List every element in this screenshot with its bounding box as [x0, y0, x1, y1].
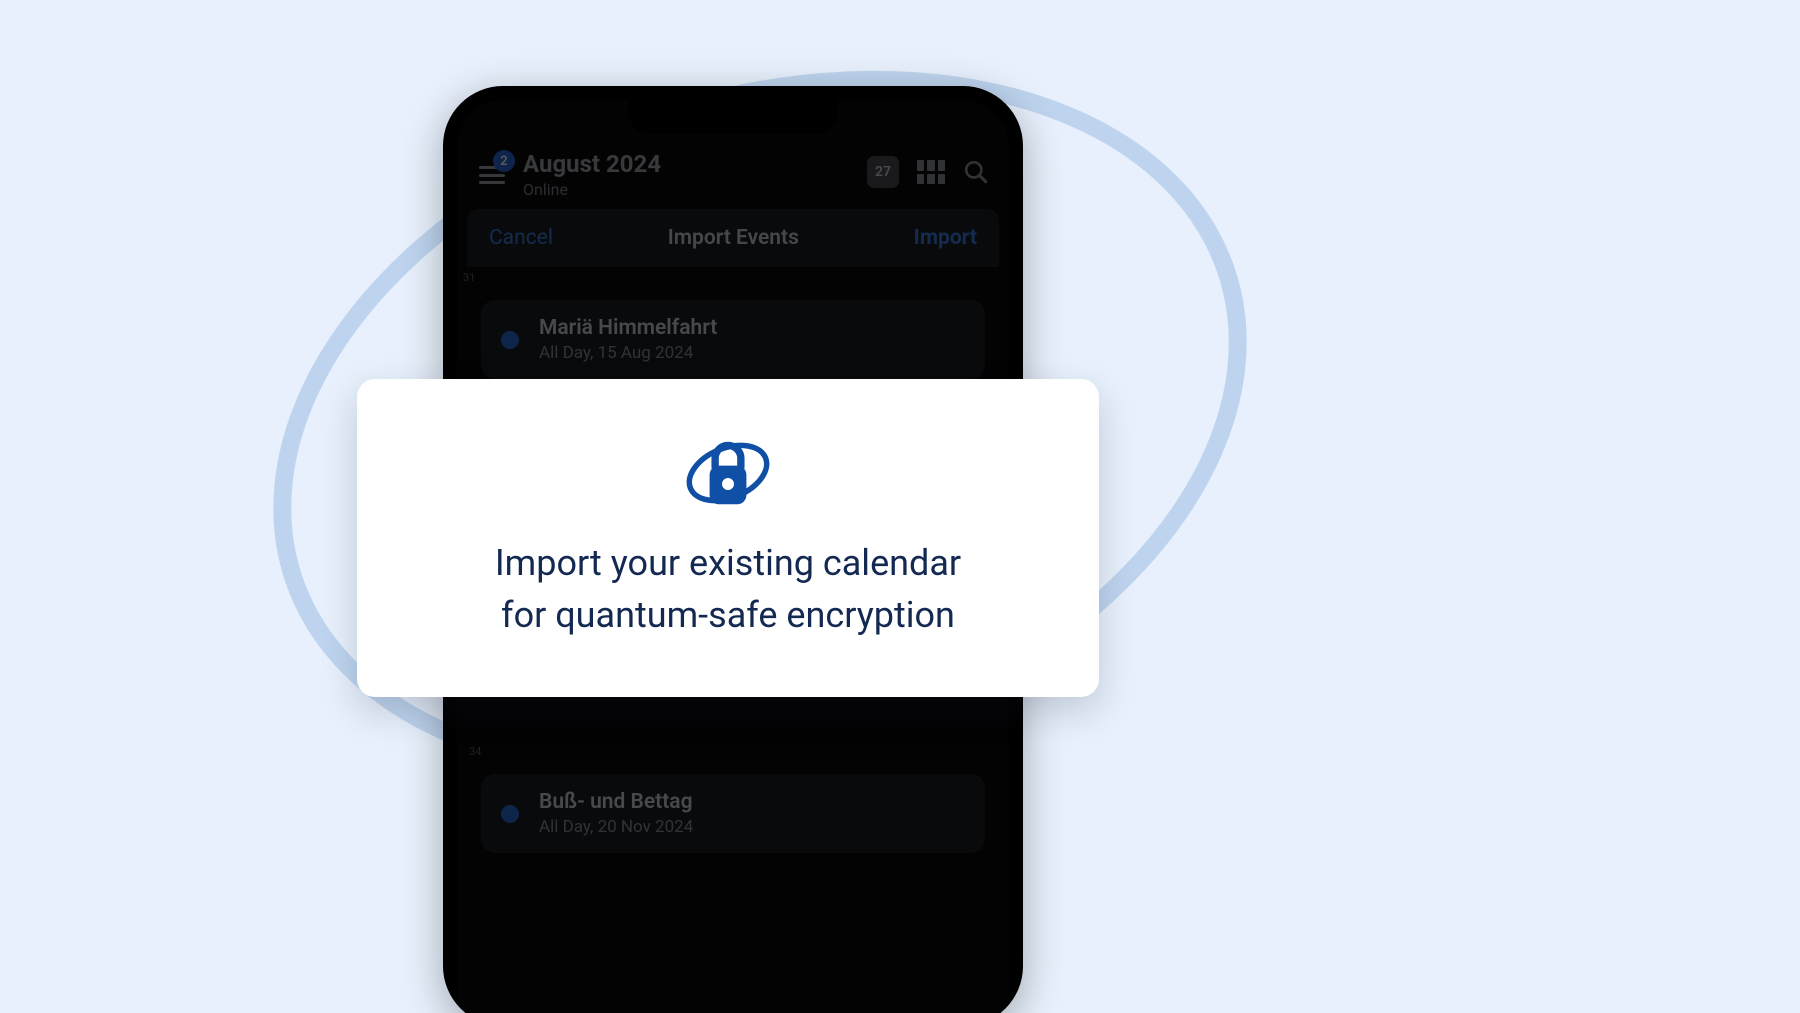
event-row[interactable]: Mariä Himmelfahrt All Day, 15 Aug 2024	[481, 300, 985, 379]
event-title: Buß- und Bettag	[539, 790, 693, 814]
online-status: Online	[523, 180, 867, 199]
menu-button[interactable]: 2	[479, 156, 513, 190]
today-button[interactable]: 27	[867, 156, 899, 188]
event-title: Mariä Himmelfahrt	[539, 316, 717, 340]
month-title: August 2024	[523, 150, 867, 178]
promo-line-2: for quantum-safe encryption	[501, 594, 955, 636]
search-icon[interactable]	[963, 159, 989, 185]
phone-notch	[628, 100, 838, 134]
event-subtitle: All Day, 15 Aug 2024	[539, 343, 717, 363]
app-topbar: 2 August 2024 Online 27	[457, 150, 1009, 209]
view-grid-icon[interactable]	[917, 160, 945, 184]
lock-orbit-icon	[682, 427, 774, 519]
notification-badge: 2	[493, 150, 515, 172]
event-subtitle: All Day, 20 Nov 2024	[539, 817, 693, 837]
import-sheet-header: Cancel Import Events Import	[467, 209, 999, 267]
promo-text: Import your existing calendar for quantu…	[397, 537, 1059, 641]
sheet-title: Import Events	[668, 226, 799, 250]
promo-line-1: Import your existing calendar	[495, 542, 961, 584]
event-row[interactable]: Buß- und Bettag All Day, 20 Nov 2024	[481, 774, 985, 853]
calendar-dot-icon	[501, 331, 519, 349]
cancel-button[interactable]: Cancel	[489, 226, 553, 250]
time-gutter-label: 34	[463, 741, 985, 758]
promo-card: Import your existing calendar for quantu…	[357, 379, 1099, 697]
import-button[interactable]: Import	[914, 226, 977, 250]
time-gutter-label: 31	[457, 267, 1009, 284]
calendar-dot-icon	[501, 805, 519, 823]
